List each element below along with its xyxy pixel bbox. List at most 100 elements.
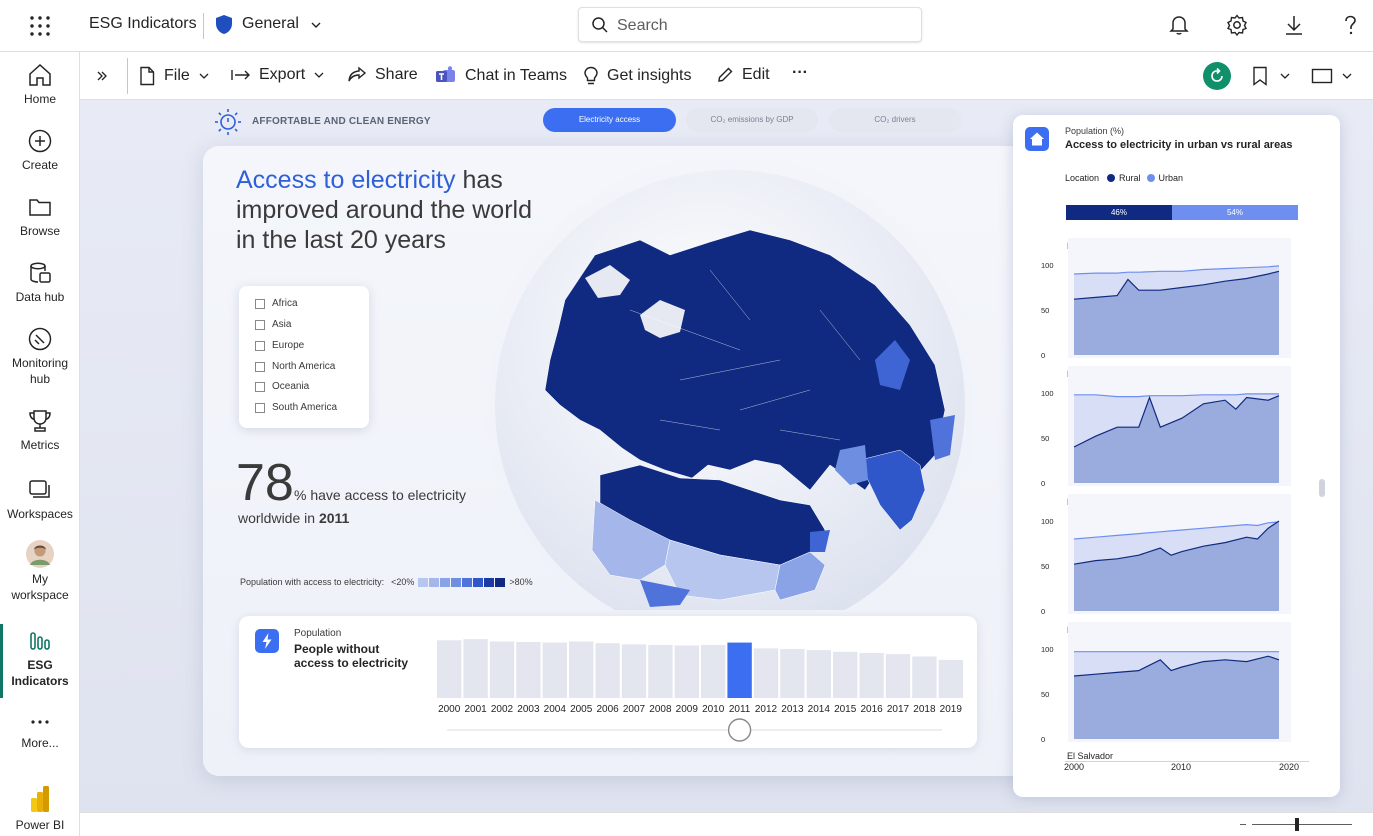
side-legend: Location Rural Urban bbox=[1065, 173, 1183, 183]
checkbox[interactable] bbox=[255, 381, 265, 392]
year-bar[interactable] bbox=[489, 641, 515, 698]
region-option-north-america[interactable]: North America bbox=[255, 361, 335, 372]
year-bar[interactable] bbox=[648, 644, 673, 698]
chevron-down-icon[interactable] bbox=[1279, 70, 1291, 82]
split-urban-bar[interactable]: 54% bbox=[1172, 205, 1298, 220]
year-bar[interactable] bbox=[885, 654, 911, 698]
legend-rural[interactable]: Rural bbox=[1119, 173, 1141, 183]
year-bar[interactable] bbox=[569, 641, 594, 698]
globe-map[interactable] bbox=[480, 160, 980, 610]
year-bar[interactable] bbox=[621, 644, 647, 698]
region-label: Oceania bbox=[272, 381, 310, 392]
year-bar[interactable] bbox=[701, 644, 726, 698]
more-options-button[interactable]: ··· bbox=[792, 64, 808, 82]
region-option-africa[interactable]: Africa bbox=[255, 298, 298, 309]
edit-button[interactable]: Edit bbox=[716, 66, 770, 84]
help-icon[interactable] bbox=[1338, 13, 1362, 37]
year-bar[interactable] bbox=[859, 652, 884, 698]
year-bar[interactable] bbox=[780, 648, 805, 698]
year-bar[interactable] bbox=[437, 640, 462, 698]
nav-monitoring-hub[interactable]: Monitoring hub bbox=[0, 326, 80, 387]
year-bar[interactable] bbox=[727, 642, 752, 698]
year-bar[interactable] bbox=[463, 639, 488, 698]
refresh-icon[interactable] bbox=[1203, 62, 1231, 90]
y-tick: 0 bbox=[1041, 351, 1045, 360]
checkbox[interactable] bbox=[255, 298, 265, 309]
legend-swatch bbox=[440, 577, 451, 587]
avatar bbox=[26, 540, 54, 568]
workspace-label[interactable]: General bbox=[242, 15, 299, 33]
expand-icon[interactable] bbox=[95, 69, 109, 83]
zoom-out-icon[interactable] bbox=[1240, 824, 1246, 825]
region-filter: Africa Asia Europe North America Oceania… bbox=[239, 286, 369, 428]
nav-label: Workspaces bbox=[7, 507, 73, 521]
nav-browse[interactable]: Browse bbox=[0, 194, 80, 239]
chevron-down-icon[interactable] bbox=[310, 19, 322, 31]
search-box[interactable]: Search bbox=[578, 7, 922, 42]
year-bar[interactable] bbox=[833, 651, 858, 698]
tab-co2-emissions[interactable]: CO₂ emissions by GDP bbox=[686, 108, 818, 132]
get-insights-button[interactable]: Get insights bbox=[583, 66, 691, 86]
tab-electricity-access[interactable]: Electricity access bbox=[543, 108, 676, 132]
year-bar[interactable] bbox=[516, 642, 541, 698]
year-bar[interactable] bbox=[595, 643, 620, 698]
house-icon bbox=[1025, 127, 1049, 151]
nav-data-hub[interactable]: Data hub bbox=[0, 260, 80, 305]
nav-metrics[interactable]: Metrics bbox=[0, 408, 80, 453]
nav-more[interactable]: More... bbox=[0, 712, 80, 751]
nav-home[interactable]: Home bbox=[0, 62, 80, 107]
download-icon[interactable] bbox=[1282, 13, 1306, 37]
bell-icon[interactable] bbox=[1167, 13, 1191, 37]
nav-create[interactable]: Create bbox=[0, 128, 80, 173]
search-input[interactable]: Search bbox=[617, 17, 668, 35]
nav-workspaces[interactable]: Workspaces bbox=[0, 477, 80, 522]
lightning-icon bbox=[255, 629, 279, 653]
more-icon bbox=[31, 720, 49, 724]
legend-urban[interactable]: Urban bbox=[1159, 173, 1184, 183]
gear-icon[interactable] bbox=[1225, 13, 1249, 37]
country-area-charts[interactable]: Philippines100500Morocco100500Fiji100500… bbox=[1013, 233, 1340, 767]
file-icon bbox=[140, 66, 155, 86]
share-button[interactable]: Share bbox=[347, 66, 418, 84]
trophy-icon bbox=[29, 410, 51, 432]
bookmark-icon[interactable] bbox=[1251, 66, 1269, 86]
year-bar[interactable] bbox=[753, 648, 779, 698]
app-title[interactable]: ESG Indicators bbox=[89, 15, 197, 33]
region-option-south-america[interactable]: South America bbox=[255, 402, 337, 413]
split-rural-bar[interactable]: 46% bbox=[1066, 205, 1172, 220]
nav-esg-indicators[interactable]: ESG Indicators bbox=[0, 628, 80, 689]
region-option-oceania[interactable]: Oceania bbox=[255, 381, 309, 392]
chat-label: Chat in Teams bbox=[465, 67, 567, 84]
database-icon bbox=[30, 262, 51, 283]
urban-rural-card: Population (%) Access to electricity in … bbox=[1013, 115, 1340, 797]
export-icon bbox=[231, 70, 250, 80]
region-option-europe[interactable]: Europe bbox=[255, 340, 304, 351]
checkbox[interactable] bbox=[255, 340, 265, 351]
year-bar[interactable] bbox=[542, 642, 567, 698]
zoom-slider-thumb[interactable] bbox=[1295, 818, 1299, 831]
checkbox[interactable] bbox=[255, 319, 265, 330]
chat-in-teams-button[interactable]: Chat in Teams bbox=[435, 66, 567, 86]
scrollbar-thumb[interactable] bbox=[1319, 479, 1325, 497]
export-menu[interactable]: Export bbox=[231, 66, 325, 84]
people-bar-chart[interactable]: 2000 2001 2002 2003 2004 2005 2006 2007 2008 2009… bbox=[437, 632, 965, 744]
checkbox[interactable] bbox=[255, 402, 265, 413]
chevron-down-icon[interactable] bbox=[1341, 70, 1353, 82]
file-menu[interactable]: File bbox=[138, 66, 210, 86]
checkbox[interactable] bbox=[255, 361, 265, 372]
app-launcher-icon[interactable] bbox=[27, 13, 53, 39]
year-bar[interactable] bbox=[938, 659, 963, 698]
zoom-slider[interactable] bbox=[1252, 824, 1352, 825]
year-bar[interactable] bbox=[674, 645, 699, 698]
nav-power-bi[interactable]: Power BI bbox=[0, 784, 80, 833]
tab-co2-drivers[interactable]: CO₂ drivers bbox=[829, 108, 961, 132]
year-bar[interactable] bbox=[912, 656, 937, 698]
nav-my-workspace[interactable]: My workspace bbox=[0, 540, 80, 603]
year-label: 2003 bbox=[517, 704, 540, 715]
power-bi-logo-icon bbox=[31, 786, 49, 812]
x-tick: 2000 bbox=[1064, 762, 1085, 772]
year-slider-thumb[interactable] bbox=[727, 718, 752, 742]
view-mode-icon[interactable] bbox=[1311, 67, 1333, 85]
year-bar[interactable] bbox=[806, 650, 831, 698]
region-option-asia[interactable]: Asia bbox=[255, 319, 291, 330]
